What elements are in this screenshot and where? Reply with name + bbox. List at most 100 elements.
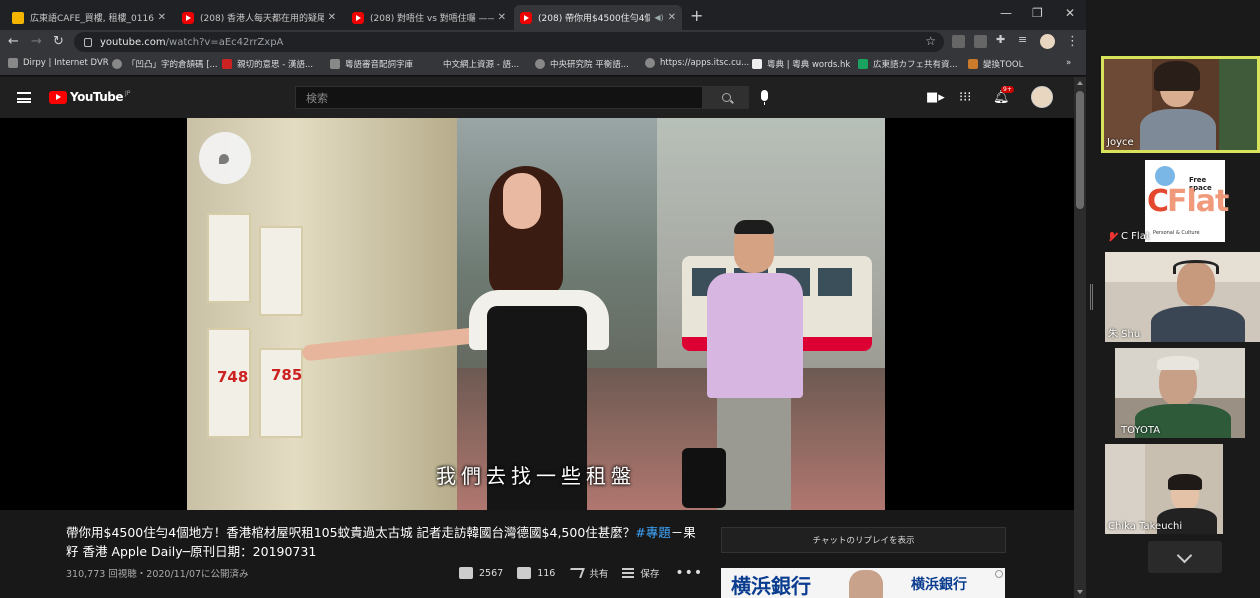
- maximize-icon[interactable]: ❐: [1032, 6, 1043, 20]
- bookmark-icon: [8, 58, 18, 68]
- bookmark-item[interactable]: 広東語カフェ共有資...: [858, 58, 958, 70]
- bookmark-icon: [222, 59, 232, 69]
- drive-icon: [858, 59, 868, 69]
- participant-name: Chika Takeuchi: [1108, 521, 1182, 532]
- bookmark-item[interactable]: 粵典 | 粵典 words.hk: [752, 58, 850, 70]
- apps-grid-icon[interactable]: ⁝⁝⁝: [959, 90, 971, 105]
- bookmark-item[interactable]: Dirpy | Internet DVR: [8, 58, 109, 68]
- tab-slides[interactable]: 広東語CAFE_買樓, 租樓_0116.ppt ✕: [6, 5, 172, 30]
- dislike-count: 116: [537, 567, 556, 579]
- bookmark-icon: [968, 59, 978, 69]
- save-button[interactable]: 保存: [622, 566, 659, 580]
- video-player[interactable]: 748 785 我們去找一些租盤: [0, 118, 1074, 510]
- headset-icon: [1173, 260, 1219, 274]
- profile-avatar[interactable]: [1040, 34, 1055, 49]
- reporter-face: [503, 173, 541, 229]
- account-avatar[interactable]: [1031, 86, 1053, 108]
- puzzle-icon[interactable]: ✚: [996, 33, 1009, 46]
- video-frame[interactable]: 748 785 我們去找一些租盤: [187, 118, 885, 510]
- reload-icon[interactable]: ↻: [53, 34, 64, 49]
- scroll-up-icon[interactable]: [1077, 81, 1083, 85]
- video-subtitle: 我們去找一些租盤: [436, 464, 636, 488]
- listing-sign: [207, 213, 251, 303]
- participant-tile-joyce[interactable]: Joyce: [1101, 56, 1260, 153]
- tab-title: 広東語CAFE_買樓, 租樓_0116.ppt: [30, 14, 154, 24]
- participant-body: [1151, 306, 1245, 342]
- participant-name-label: TOYOTA: [1121, 425, 1161, 436]
- close-icon[interactable]: ✕: [498, 12, 506, 23]
- bookmark-item[interactable]: 「凹凸」字的倉頡碼 [...: [112, 58, 218, 70]
- url-field[interactable]: youtube.com/watch?v=aEc42rrZxpA ☆: [74, 32, 944, 52]
- tab-youtube-2[interactable]: (208) 對唔住 vs 對唔住囉 —— 寫 ✕: [346, 5, 512, 30]
- back-icon[interactable]: ←: [8, 34, 19, 49]
- thumbs-down-icon: [517, 567, 532, 579]
- tab-bar: 広東語CAFE_買樓, 租樓_0116.ppt ✕ (208) 香港人每天都在用…: [0, 0, 1086, 30]
- menu-icon[interactable]: ⋮: [1066, 34, 1079, 49]
- close-icon[interactable]: ✕: [328, 12, 336, 23]
- sidebar-ad[interactable]: 横浜銀行 横浜銀行: [721, 568, 1005, 598]
- logo-flat: Flat: [1167, 184, 1229, 219]
- participant-name-label: Joyce: [1107, 137, 1134, 148]
- share-button[interactable]: 共有: [567, 566, 608, 580]
- bookmark-item[interactable]: 粵語審音配詞字庫: [330, 58, 413, 70]
- participant-name-label: Chika Takeuchi: [1108, 521, 1183, 532]
- search-input[interactable]: 検索: [295, 86, 703, 109]
- extension-icon[interactable]: [974, 35, 987, 48]
- bookmark-item[interactable]: https://apps.itsc.cu...: [645, 58, 749, 68]
- participant-tile-cflat[interactable]: C Flat: [1105, 228, 1165, 244]
- new-tab-button[interactable]: +: [690, 6, 703, 25]
- youtube-logo[interactable]: YouTube JP: [49, 90, 130, 104]
- tab-youtube-active[interactable]: (208) 帶你用$4500住勻4個地 ◀) ✕: [514, 5, 682, 30]
- forward-icon[interactable]: →: [31, 34, 42, 49]
- doc-icon: [330, 59, 340, 69]
- like-button[interactable]: 2567: [459, 567, 503, 579]
- bookmark-label: 中央研究院 平衡語...: [550, 60, 629, 70]
- minimize-icon[interactable]: —: [1000, 6, 1012, 20]
- bookmark-label: https://apps.itsc.cu...: [660, 58, 750, 68]
- speaker-icon[interactable]: ◀): [654, 13, 663, 22]
- playlist-add-icon: [622, 568, 635, 578]
- bookmark-item[interactable]: 中文網上資源 - 語...: [428, 58, 519, 70]
- more-options-icon[interactable]: •••: [675, 565, 703, 581]
- more-bookmarks-icon[interactable]: »: [1066, 58, 1071, 68]
- tab-title: (208) 帶你用$4500住勻4個地: [538, 14, 651, 24]
- listing-sign: [259, 226, 303, 316]
- hamburger-menu-icon[interactable]: [17, 92, 31, 103]
- tab-youtube-1[interactable]: (208) 香港人每天都在用的疑尾助詞 ✕: [176, 5, 342, 30]
- gallery-scroll-down-button[interactable]: [1148, 541, 1222, 573]
- close-icon[interactable]: ✕: [158, 12, 166, 23]
- window-close-icon[interactable]: ✕: [1065, 6, 1075, 20]
- participant-tile-shu[interactable]: 朱 Shu: [1105, 252, 1260, 342]
- participant-tile-toyota[interactable]: TOYOTA: [1115, 348, 1245, 438]
- bookmark-item[interactable]: 變換TOOL: [968, 58, 1023, 70]
- chat-replay-button[interactable]: チャットのリプレイを表示: [721, 527, 1006, 553]
- create-video-icon[interactable]: ■▸: [926, 90, 945, 105]
- bookmark-item[interactable]: 中央研究院 平衡語...: [535, 58, 629, 70]
- scroll-thumb[interactable]: [1076, 91, 1084, 209]
- lock-icon: [84, 37, 92, 47]
- tile-background: [1219, 59, 1257, 150]
- ad-brand: 横浜銀行: [911, 577, 967, 593]
- youtube-page: YouTube JP 検索 ■▸ ⁝⁝⁝ 🔔︎ 9+ 748 785 我們去找一…: [0, 77, 1074, 598]
- microphone-icon[interactable]: [761, 90, 768, 105]
- bookmark-star-icon[interactable]: ☆: [925, 34, 936, 48]
- youtube-icon: [352, 11, 364, 24]
- extension-icon[interactable]: [952, 35, 965, 48]
- address-bar: ← → ↻ youtube.com/watch?v=aEc42rrZxpA ☆ …: [0, 30, 1086, 54]
- page-scrollbar[interactable]: [1074, 77, 1086, 598]
- participant-tile-chika[interactable]: Chika Takeuchi: [1105, 444, 1223, 534]
- logo-text: YouTube: [70, 90, 124, 104]
- hashtag-link[interactable]: #專題: [635, 525, 670, 540]
- sign-price: 748: [217, 368, 249, 386]
- pedestrian-pants: [717, 398, 791, 510]
- search-button[interactable]: [703, 86, 749, 109]
- url-host: youtube.com: [100, 36, 166, 48]
- media-queue-icon[interactable]: ≡: [1018, 33, 1031, 46]
- panel-resize-handle[interactable]: [1090, 284, 1093, 310]
- scroll-down-icon[interactable]: [1077, 590, 1083, 594]
- close-icon[interactable]: ✕: [668, 12, 676, 23]
- ad-info-icon[interactable]: [995, 570, 1003, 578]
- bookmark-item[interactable]: 親切的意思 - 漢語...: [222, 58, 313, 70]
- sign-price: 785: [271, 366, 303, 384]
- dislike-button[interactable]: 116: [517, 567, 555, 579]
